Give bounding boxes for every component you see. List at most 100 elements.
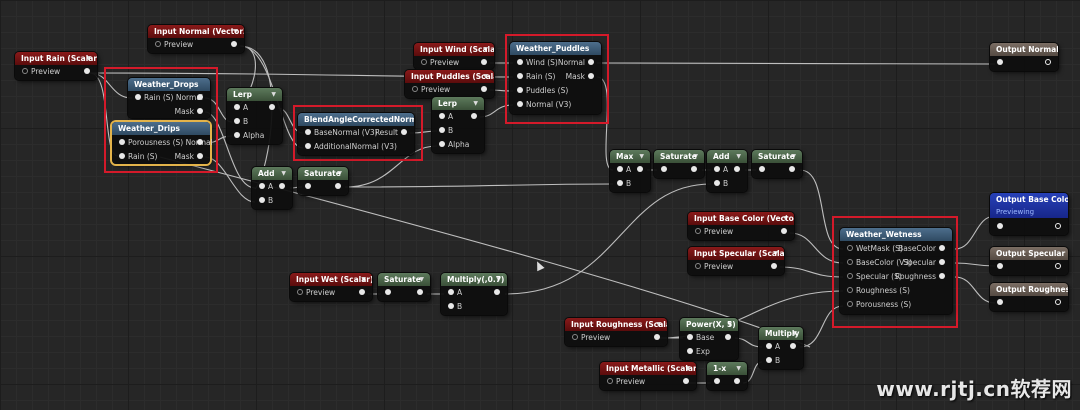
preview-pin[interactable]: Preview — [692, 227, 733, 237]
multiply-07-node[interactable]: ▼ Multiply(,0.7) A B — [441, 273, 507, 315]
output-pin[interactable] — [478, 58, 490, 68]
mask-output-pin[interactable]: Mask — [566, 72, 597, 82]
output-pin[interactable] — [768, 262, 780, 272]
output-pin[interactable] — [786, 165, 798, 175]
result-output-pin[interactable]: Result — [375, 128, 410, 138]
normal-output-pin[interactable] — [194, 138, 206, 148]
node-header[interactable]: ▼ Input Metallic (Scalar) — [600, 362, 696, 375]
node-header[interactable]: Weather_Wetness — [840, 228, 952, 241]
output-pin[interactable] — [276, 182, 288, 192]
specular-output-pin[interactable]: Specular — [903, 258, 948, 268]
base-normal-pin[interactable]: BaseNormal (V3) — [302, 128, 378, 138]
output-specular-node[interactable]: Output Specular — [990, 247, 1068, 275]
collapse-arrow-icon[interactable]: ▼ — [736, 362, 741, 375]
roughness-output-pin[interactable]: Roughness — [895, 272, 948, 282]
weather-drops-node[interactable]: Weather_Drops Rain (S) Normal Mask — [128, 78, 210, 118]
preview-pin[interactable]: Preview — [152, 40, 193, 50]
preview-pin[interactable]: Preview — [294, 288, 335, 298]
rain-s-pin[interactable]: Rain (S) — [116, 152, 157, 162]
node-header[interactable]: ▼ Input Wet (Scalar) — [290, 273, 372, 286]
input-pin[interactable] — [994, 298, 1006, 308]
add-node-2[interactable]: ▼ Add A B — [707, 150, 747, 192]
normal-v3-pin[interactable]: Normal (V3) — [514, 100, 571, 110]
node-header[interactable]: ▼ Input Normal (Vector3) — [148, 25, 244, 38]
output-pin[interactable] — [414, 288, 426, 298]
node-header[interactable]: Output Specular — [990, 247, 1068, 260]
output-pin[interactable] — [81, 67, 93, 77]
output-pin[interactable] — [787, 342, 799, 352]
output-pin[interactable] — [468, 112, 480, 122]
puddles-s-pin[interactable]: Puddles (S) — [514, 86, 568, 96]
collapse-arrow-icon[interactable]: ▼ — [639, 150, 644, 163]
input-pin[interactable] — [994, 222, 1006, 232]
input-metallic-node[interactable]: ▼ Input Metallic (Scalar) Preview — [600, 362, 696, 390]
node-header[interactable]: ▼ Power(X, 5) — [680, 318, 738, 331]
output-pin[interactable] — [688, 165, 700, 175]
saturate-node-4[interactable]: ▼ Saturate — [378, 273, 430, 301]
preview-pin[interactable]: Preview — [418, 58, 459, 68]
output-pin[interactable] — [332, 182, 344, 192]
input-rain-node[interactable]: ▼ Input Rain (Scalar) Preview — [15, 52, 97, 80]
output-normal-node[interactable]: Output Normal — [990, 43, 1058, 71]
node-header[interactable]: Output Normal — [990, 43, 1058, 56]
node-header[interactable]: ▼ Lerp — [227, 88, 282, 101]
additional-normal-pin[interactable]: AdditionalNormal (V3) — [302, 142, 397, 152]
node-header[interactable]: ▼Input Base Color (Vector3) — [688, 212, 794, 225]
weather-wetness-node[interactable]: Weather_Wetness WetMask (S) BaseColor Ba… — [840, 228, 952, 314]
output-pin[interactable] — [228, 40, 240, 50]
max-node[interactable]: ▼ Max A B — [610, 150, 650, 192]
node-header[interactable]: Weather_Drops — [128, 78, 210, 91]
output-pin[interactable] — [778, 227, 790, 237]
weather-puddles-node[interactable]: Weather_Puddles Wind (S) Normal Rain (S)… — [510, 42, 601, 114]
node-header[interactable]: BlendAngleCorrectedNormals — [298, 113, 414, 126]
output-pin[interactable] — [722, 333, 734, 343]
b-pin[interactable]: B — [231, 117, 248, 127]
preview-pin[interactable]: Preview — [19, 67, 60, 77]
node-header[interactable]: ▼ Saturate — [654, 150, 704, 163]
output-pin[interactable] — [731, 165, 743, 175]
node-header[interactable]: ▼ Add — [252, 167, 292, 180]
output-pin[interactable] — [680, 377, 692, 387]
node-header[interactable]: Weather_Drips — [112, 122, 210, 135]
a-pin[interactable]: A — [256, 182, 273, 192]
normal-output-pin[interactable]: Normal — [558, 58, 597, 68]
node-header[interactable]: ▼ Saturate — [378, 273, 430, 286]
multiply-node[interactable]: ▼ Multiply A B — [759, 327, 803, 369]
b-pin[interactable]: B — [711, 179, 728, 189]
b-pin[interactable]: B — [436, 126, 453, 136]
node-header[interactable]: ▼Input Roughness (Scalar) — [565, 318, 667, 331]
a-pin[interactable]: A — [614, 165, 631, 175]
input-wind-node[interactable]: ▼Input Wind (Scalar) Preview — [414, 43, 494, 69]
basecolor-output-pin[interactable]: BaseColor — [898, 244, 948, 254]
output-pin[interactable] — [478, 85, 490, 95]
mask-output-pin[interactable]: Mask — [175, 152, 206, 162]
node-header[interactable]: ▼ Input Specular (Scalar) — [688, 247, 784, 260]
preview-pin[interactable]: Preview — [409, 85, 450, 95]
output-pin[interactable] — [1052, 262, 1064, 272]
node-header[interactable]: ▼ Add — [707, 150, 747, 163]
node-header[interactable]: ▼ Max — [610, 150, 650, 163]
input-pin[interactable] — [994, 58, 1006, 68]
node-header[interactable]: ▼ Saturate — [298, 167, 348, 180]
lerp-node-2[interactable]: ▼ Lerp A B Alpha — [432, 97, 484, 153]
weather-drips-node[interactable]: Weather_Drips Porousness (S) Normal Rain… — [112, 122, 213, 164]
input-puddles-node[interactable]: ▼Input Puddles (Scalar) Preview — [405, 70, 494, 98]
output-roughness-node[interactable]: Output Roughness — [990, 283, 1068, 311]
wind-s-pin[interactable]: Wind (S) — [514, 58, 558, 68]
node-header[interactable]: Weather_Puddles — [510, 42, 601, 55]
output-pin[interactable] — [356, 288, 368, 298]
input-normal-node[interactable]: ▼ Input Normal (Vector3) Preview — [148, 25, 244, 53]
input-pin[interactable] — [658, 165, 670, 175]
output-pin[interactable] — [634, 165, 646, 175]
node-header[interactable]: ▼Input Wind (Scalar) — [414, 43, 494, 56]
node-header[interactable]: Output Roughness — [990, 283, 1068, 296]
alpha-pin[interactable]: Alpha — [436, 140, 469, 150]
collapse-arrow-icon[interactable]: ▼ — [736, 150, 741, 163]
preview-pin[interactable]: Preview — [692, 262, 733, 272]
input-pin[interactable] — [756, 165, 768, 175]
add-node-1[interactable]: ▼ Add A B — [252, 167, 292, 209]
node-header[interactable]: ▼ Lerp — [432, 97, 484, 110]
input-roughness-node[interactable]: ▼Input Roughness (Scalar) Preview — [565, 318, 667, 346]
lerp-node-1[interactable]: ▼ Lerp A B Alpha — [227, 88, 282, 144]
rain-s-pin[interactable]: Rain (S) — [514, 72, 555, 82]
